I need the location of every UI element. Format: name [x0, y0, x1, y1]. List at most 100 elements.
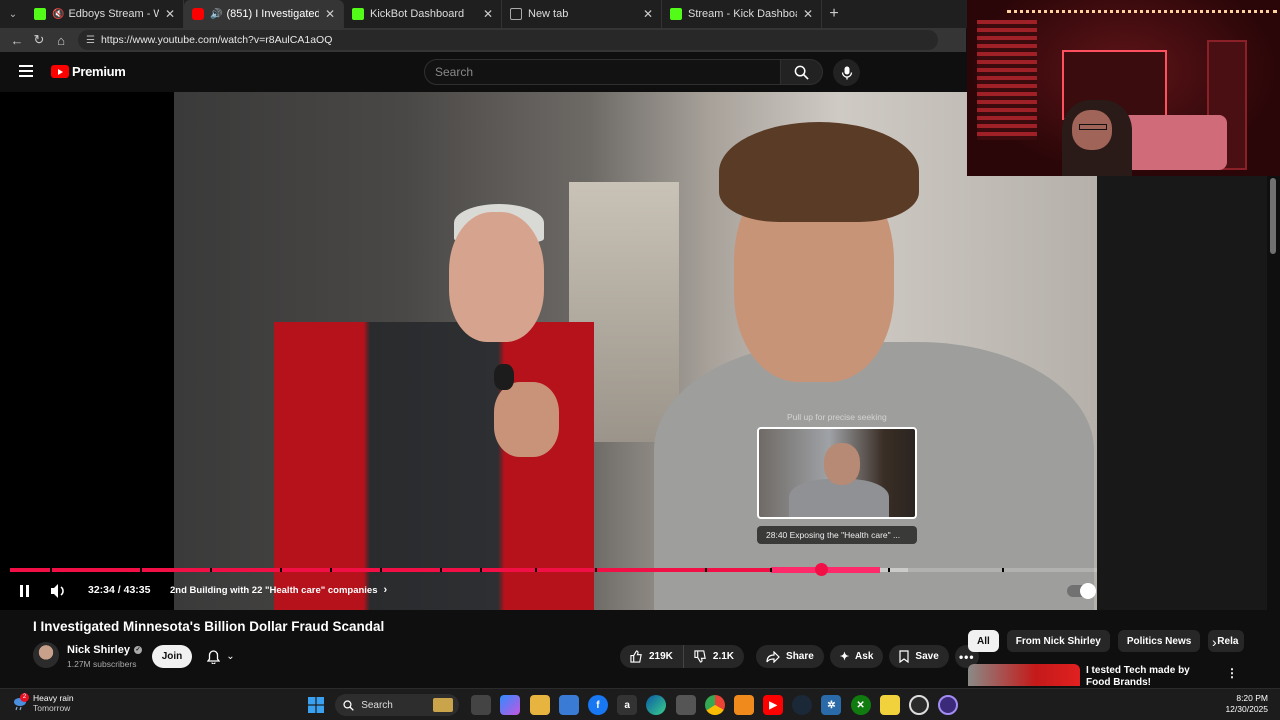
youtube-favicon-icon [192, 8, 204, 20]
interviewer-hand [494, 382, 559, 457]
save-button[interactable]: Save [889, 645, 949, 668]
reload-icon[interactable]: ↻ [28, 29, 50, 51]
taskbar-search[interactable]: Search [335, 694, 460, 716]
new-tab-plus-icon[interactable]: + [822, 5, 846, 23]
recommended-thumbnail[interactable] [968, 664, 1080, 686]
verified-check-icon: ✓ [133, 646, 142, 654]
channel-name[interactable]: Nick Shirley ✓ [67, 644, 142, 656]
chapter-divider [140, 568, 142, 572]
time-display: 32:34 / 43:35 [88, 584, 151, 596]
chip-politics-news[interactable]: Politics News [1117, 630, 1201, 652]
string-lights [1007, 10, 1277, 14]
tab-kickbot-dashboard[interactable]: KickBot Dashboard ✕ [344, 0, 502, 28]
preview-figure [789, 479, 889, 517]
share-button[interactable]: Share [756, 645, 824, 668]
menu-icon[interactable] [19, 65, 33, 80]
rain-cloud-icon: 2 [12, 693, 29, 711]
chevron-down-icon: ⌄ [226, 651, 235, 662]
recommended-more-icon[interactable]: ⋮ [1226, 666, 1238, 680]
chrome-icon[interactable] [704, 695, 725, 715]
search-input[interactable]: Search [424, 59, 781, 85]
ask-button[interactable]: ✦ Ask [829, 645, 884, 668]
close-tab-icon[interactable]: ✕ [483, 7, 493, 21]
pause-button[interactable] [16, 582, 32, 600]
microphone-icon [841, 66, 852, 79]
youtube-icon[interactable]: ▶ [763, 695, 784, 715]
video-frame[interactable] [174, 92, 1097, 610]
chapter-title[interactable]: 2nd Building with 22 "Health care" compa… [170, 584, 387, 596]
task-view-icon[interactable] [471, 695, 492, 715]
progress-bar[interactable] [10, 563, 1097, 576]
chapter-divider [210, 568, 212, 572]
chapter-divider [770, 568, 772, 572]
steam-icon[interactable] [792, 695, 813, 715]
vlc-icon[interactable] [733, 695, 754, 715]
filter-chips: All From Nick Shirley Politics News Rela [968, 630, 1252, 652]
xbox-icon[interactable]: ✕ [850, 695, 871, 715]
dislike-button[interactable]: 2.1K [683, 645, 745, 668]
thumbs-up-icon [630, 650, 642, 663]
close-tab-icon[interactable]: ✕ [325, 7, 335, 21]
tab-search-icon[interactable]: ⌄ [0, 0, 26, 28]
chapter-divider [480, 568, 482, 572]
facebook-icon[interactable]: f [587, 695, 608, 715]
speaker-icon[interactable]: 🔊 [210, 9, 222, 20]
weather-widget[interactable]: 2 Heavy rain Tomorrow [12, 693, 74, 713]
muted-speaker-icon[interactable]: 🔇 [52, 9, 64, 20]
url-field[interactable]: ☰ https://www.youtube.com/watch?v=r8AulC… [78, 30, 938, 50]
youtube-premium-logo[interactable]: Premium [51, 64, 126, 79]
app-circle-icon[interactable] [938, 695, 959, 715]
page-favicon-icon [510, 8, 522, 20]
volume-icon [51, 584, 64, 598]
scrollbar-thumb[interactable] [1270, 178, 1276, 254]
like-button[interactable]: 219K [620, 645, 684, 668]
search-button[interactable] [781, 59, 823, 85]
video-player[interactable]: Pull up for precise seeking 28:40 Exposi… [0, 92, 1097, 610]
notes-icon[interactable] [879, 695, 900, 715]
calculator-icon[interactable] [675, 695, 696, 715]
system-clock[interactable]: 8:20 PM 12/30/2025 [1225, 693, 1268, 715]
tab-new-tab[interactable]: New tab ✕ [502, 0, 662, 28]
ms-store-icon[interactable] [558, 695, 579, 715]
notifications-button[interactable]: ⌄ [198, 645, 244, 668]
obs-icon[interactable] [909, 695, 929, 715]
chip-all[interactable]: All [968, 630, 999, 652]
close-tab-icon[interactable]: ✕ [165, 7, 175, 21]
recommended-title[interactable]: I tested Tech made by Food Brands! [1086, 665, 1211, 686]
pause-icon [19, 585, 29, 597]
tab-kick-dashboard[interactable]: Stream - Kick Dashboard ✕ [662, 0, 822, 28]
youtube-header: Premium Search [0, 52, 966, 92]
weather-subtitle: Tomorrow [33, 703, 71, 713]
autoplay-toggle[interactable] [1067, 583, 1096, 599]
volume-button[interactable] [50, 582, 68, 600]
tab-edboys-stream[interactable]: 🔇 Edboys Stream - Watch Live o ✕ [26, 0, 184, 28]
player-controls: 32:34 / 43:35 2nd Building with 22 "Heal… [0, 578, 1097, 604]
chapter-divider [330, 568, 332, 572]
join-button[interactable]: Join [152, 645, 192, 668]
video-actions: 219K 2.1K Share ✦ Ask Save ••• [620, 645, 985, 668]
chapter-divider [50, 568, 52, 572]
app-gear-icon[interactable]: ✲ [821, 695, 842, 715]
close-tab-icon[interactable]: ✕ [803, 7, 813, 21]
home-icon[interactable]: ⌂ [50, 29, 72, 51]
edge-icon[interactable] [646, 695, 667, 715]
copilot-icon[interactable] [500, 695, 521, 715]
scrubber-handle[interactable] [815, 563, 828, 576]
chip-from-channel[interactable]: From Nick Shirley [1006, 630, 1110, 652]
windows-start-icon[interactable] [306, 695, 326, 715]
site-info-icon[interactable]: ☰ [86, 35, 95, 46]
file-explorer-icon[interactable] [529, 695, 550, 715]
seek-preview-label: 28:40 Exposing the "Health care" ... [757, 526, 917, 544]
voice-search-button[interactable] [833, 59, 860, 86]
chips-next-chevron-icon[interactable]: › [1212, 634, 1217, 650]
back-arrow-icon[interactable]: ← [6, 29, 28, 51]
close-tab-icon[interactable]: ✕ [643, 7, 653, 21]
address-bar: ← ↻ ⌂ ☰ https://www.youtube.com/watch?v=… [0, 28, 966, 52]
amazon-icon[interactable]: a [617, 695, 638, 715]
tab-youtube-video[interactable]: 🔊 (851) I Investigated Minnesota ✕ [184, 0, 344, 28]
channel-avatar[interactable] [33, 642, 59, 668]
streamer-face [1072, 110, 1112, 150]
search-icon [794, 65, 809, 80]
preview-head [824, 443, 860, 485]
window-blinds [977, 20, 1037, 140]
